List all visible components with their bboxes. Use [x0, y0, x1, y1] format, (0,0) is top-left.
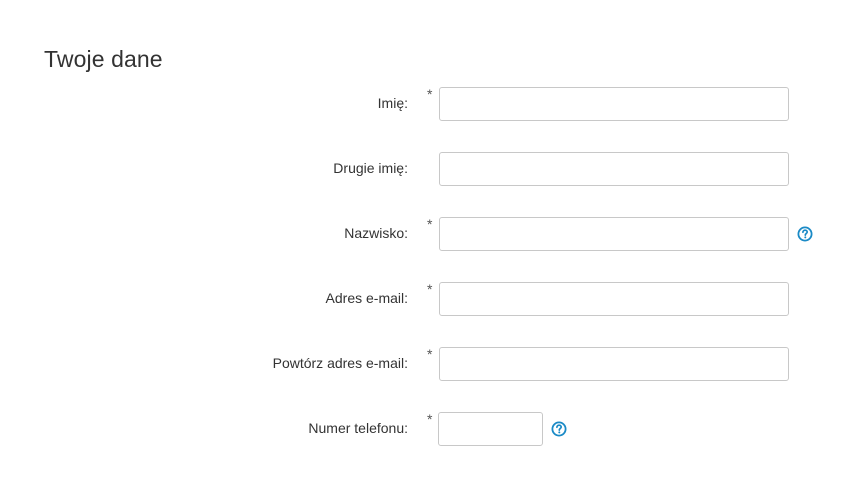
form-row-email-repeat: Powtórz adres e-mail: * [0, 346, 857, 381]
personal-data-form-page: Twoje dane Imię: * Drugie imię: Nazwisko… [0, 0, 857, 502]
question-circle-icon[interactable] [797, 226, 813, 242]
required-marker: * [427, 281, 433, 297]
form-row-middle-name: Drugie imię: [0, 152, 857, 186]
first-name-label: Imię: [377, 95, 408, 111]
email-input[interactable] [439, 282, 789, 316]
email-repeat-input[interactable] [439, 347, 789, 381]
section-title: Twoje dane [44, 46, 163, 72]
form-row-email: Adres e-mail: * [0, 281, 857, 316]
form-row-phone: Numer telefonu: * [0, 411, 857, 446]
required-marker: * [427, 216, 433, 232]
phone-input[interactable] [438, 412, 543, 446]
question-circle-icon[interactable] [551, 421, 567, 437]
last-name-label: Nazwisko: [344, 225, 408, 241]
form-row-first-name: Imię: * [0, 86, 857, 121]
required-marker: * [427, 86, 433, 102]
email-repeat-label: Powtórz adres e-mail: [272, 355, 408, 371]
required-marker: * [427, 346, 433, 362]
email-label: Adres e-mail: [325, 290, 408, 306]
form-row-last-name: Nazwisko: * [0, 216, 857, 251]
middle-name-input[interactable] [439, 152, 789, 186]
phone-label: Numer telefonu: [308, 420, 408, 436]
first-name-input[interactable] [439, 87, 789, 121]
required-marker: * [427, 411, 433, 427]
last-name-input[interactable] [439, 217, 789, 251]
middle-name-label: Drugie imię: [333, 160, 408, 176]
